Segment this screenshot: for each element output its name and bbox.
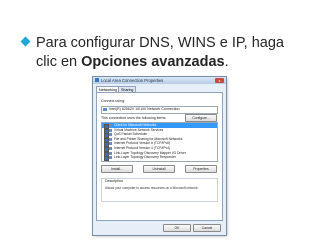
install-button[interactable]: Install... <box>101 165 133 173</box>
description-box: Description Allows your computer to acce… <box>101 178 218 202</box>
item-icon <box>109 124 112 127</box>
description-text: Allows your computer to access resources… <box>105 186 199 190</box>
slide-bullet-text: Para configurar DNS, WINS e IP, haga cli… <box>20 34 306 72</box>
item-icon <box>109 128 112 132</box>
item-icon <box>109 142 112 146</box>
dialog-title: Local Area Connection Properties <box>101 78 164 83</box>
networking-panel: Connect using: Intel(R) 82562V 10/100 Ne… <box>96 92 223 221</box>
ok-button[interactable]: OK <box>163 224 191 232</box>
description-label: Description <box>105 179 123 183</box>
adapter-name: Intel(R) 82562V 10/100 Network Connectio… <box>109 107 180 111</box>
list-item[interactable]: Link-Layer Topology Discovery Responder <box>102 155 217 162</box>
network-icon <box>95 78 99 82</box>
adapter-icon <box>103 108 107 111</box>
items-list: Client for Microsoft Networks Virtual Mac… <box>101 122 218 162</box>
item-icon <box>109 133 112 137</box>
adapter-field: Intel(R) 82562V 10/100 Network Connectio… <box>101 106 218 114</box>
items-label: This connection uses the following items… <box>101 116 167 120</box>
item-icon <box>109 137 112 141</box>
close-button[interactable]: x <box>215 78 224 83</box>
item-icon <box>109 147 112 150</box>
uninstall-button[interactable]: Uninstall <box>143 165 175 173</box>
connect-using-label: Connect using: <box>101 99 125 103</box>
cancel-button[interactable]: Cancel <box>193 224 221 232</box>
bullet-text-bold: Opciones avanzadas <box>81 54 225 70</box>
bullet-icon <box>20 36 31 47</box>
properties-button[interactable]: Properties <box>185 165 217 173</box>
item-icon <box>109 156 112 160</box>
item-icon <box>109 151 112 155</box>
dialog-screenshot: Local Area Connection Properties x Netwo… <box>93 77 226 235</box>
configure-button[interactable]: Configure... <box>185 114 217 122</box>
dialog-titlebar: Local Area Connection Properties x <box>93 77 226 84</box>
bullet-text-end: . <box>224 54 229 70</box>
item-label: Link-Layer Topology Discovery Responder <box>114 155 176 160</box>
